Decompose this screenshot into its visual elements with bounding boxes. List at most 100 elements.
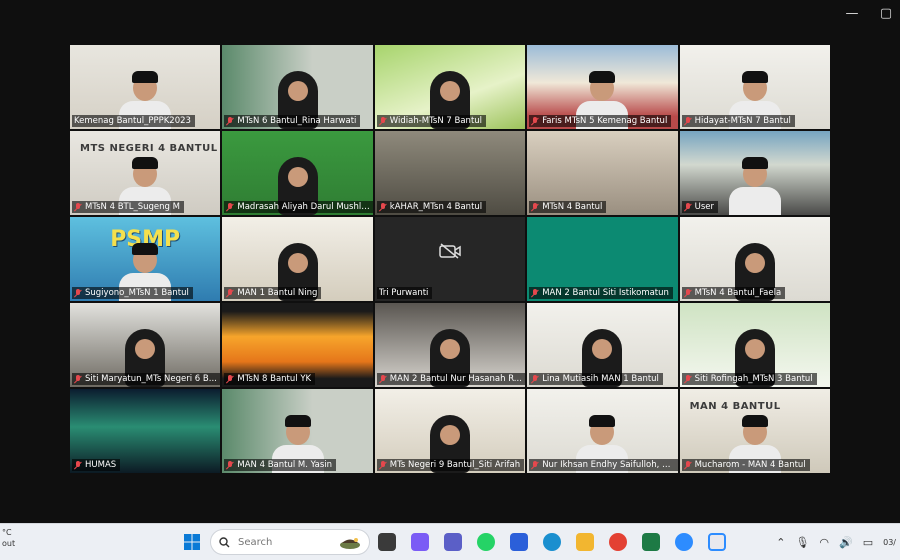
participant-tile[interactable]: MTsN 8 Bantul YK <box>222 303 373 387</box>
mic-muted-icon <box>684 288 692 298</box>
battery-icon[interactable]: ▭ <box>863 536 873 549</box>
participant-tile[interactable]: kAHAR_MTsn 4 Bantul <box>374 131 526 215</box>
file-explorer-icon[interactable] <box>378 533 396 551</box>
background-sign: MTS NEGERI 4 BANTUL <box>80 143 218 154</box>
edge-icon[interactable] <box>543 533 561 551</box>
mic-muted-icon <box>531 288 539 298</box>
participant-name: MTsN 8 Bantul YK <box>237 374 312 384</box>
participant-tile[interactable]: Madrasah Aliyah Darul Mushli... <box>222 131 373 215</box>
participant-name: Siti Maryatun_MTs Negeri 6 B... <box>85 374 217 384</box>
participant-name-label: Lina Mutiasih MAN 1 Bantul <box>529 373 663 385</box>
clock[interactable]: 03/ <box>883 538 896 547</box>
store-icon[interactable] <box>510 533 528 551</box>
minimize-button[interactable]: — <box>844 6 860 22</box>
participant-tile[interactable]: Kemenag Bantul_PPPK2023 <box>70 45 221 129</box>
participant-name-label: Siti Rofingah_MTsN 3 Bantul <box>681 373 817 385</box>
search-icon <box>219 536 230 547</box>
participant-tile[interactable]: Lina Mutiasih MAN 1 Bantul <box>527 303 678 387</box>
participant-tile[interactable]: Siti Maryatun_MTs Negeri 6 B... <box>70 303 221 387</box>
copilot-icon[interactable] <box>411 533 429 551</box>
participant-name: Hidayat-MTsN 7 Bantul <box>694 116 791 126</box>
participant-name: HUMAS <box>85 460 117 470</box>
weather-widget[interactable]: °C out <box>2 527 15 549</box>
mic-muted-icon <box>226 460 234 470</box>
participant-name: User <box>694 202 714 212</box>
video-gallery: Kemenag Bantul_PPPK2023 MTsN 6 Bantul_Rin… <box>70 45 830 473</box>
zoom-icon[interactable] <box>675 533 693 551</box>
participant-tile[interactable]: MTsN 4 Bantul_Faela <box>679 217 830 301</box>
settings-icon[interactable] <box>708 533 726 551</box>
mic-muted-icon <box>531 116 539 126</box>
mic-muted-icon <box>226 374 234 384</box>
participant-name: Sugiyono_MTsN 1 Bantul <box>85 288 189 298</box>
mic-muted-icon <box>531 374 539 384</box>
mic-muted-icon <box>684 374 692 384</box>
participant-name-label: User <box>681 201 718 213</box>
participant-name: Siti Rofingah_MTsN 3 Bantul <box>694 374 813 384</box>
participant-tile[interactable]: MAN 2 Bantul Nur Hasanah R... <box>374 303 526 387</box>
system-tray: ⌃ 🎙 ◠ 🔊 ▭ 03/ <box>776 524 900 560</box>
participant-tile[interactable]: MTS NEGERI 4 BANTUL MTsN 4 BTL_Sugeng M <box>70 131 221 215</box>
participant-name: kAHAR_MTsn 4 Bantul <box>389 202 483 212</box>
search-input[interactable] <box>236 535 330 549</box>
participant-tile[interactable]: Faris MTsN 5 Kemenag Bantul <box>527 45 678 129</box>
participant-tile[interactable]: Tri Purwanti <box>374 217 526 301</box>
search-highlight-icon <box>340 538 360 549</box>
participant-name-label: Hidayat-MTsN 7 Bantul <box>681 115 795 127</box>
participant-tile[interactable]: Widiah-MTsN 7 Bantul <box>374 45 526 129</box>
participant-name-label: Madrasah Aliyah Darul Mushli... <box>224 201 373 213</box>
chrome-icon[interactable] <box>609 533 627 551</box>
mic-muted-icon <box>379 116 387 126</box>
participant-name: Kemenag Bantul_PPPK2023 <box>74 116 191 126</box>
participant-tile[interactable]: MAN 2 Bantul Siti Istikomatun <box>527 217 678 301</box>
participant-name: Nur Ikhsan Endhy Saifulloh, SIP... <box>542 460 676 470</box>
participant-tile[interactable]: Siti Rofingah_MTsN 3 Bantul <box>679 303 830 387</box>
participant-tile[interactable]: User <box>679 131 830 215</box>
whatsapp-icon[interactable] <box>477 533 495 551</box>
participant-tile[interactable]: MAN 4 BANTUL Mucharom - MAN 4 Bantul <box>679 389 830 473</box>
participant-name-label: HUMAS <box>72 459 121 471</box>
participant-name-label: kAHAR_MTsn 4 Bantul <box>376 201 487 213</box>
participant-name-label: MTsN 4 Bantul_Faela <box>681 287 786 299</box>
participant-tile[interactable]: MTs Negeri 9 Bantul_Siti Arifah <box>374 389 526 473</box>
participant-figure <box>727 155 783 215</box>
mic-muted-icon <box>74 288 82 298</box>
participant-name: Lina Mutiasih MAN 1 Bantul <box>542 374 659 384</box>
chevron-up-icon[interactable]: ⌃ <box>776 536 785 549</box>
weather-text: out <box>2 539 16 548</box>
participant-name-label: MTsN 4 Bantul <box>529 201 607 213</box>
camera-off-icon <box>439 243 461 259</box>
participant-tile[interactable]: Nur Ikhsan Endhy Saifulloh, SIP... <box>527 389 678 473</box>
participant-name-label: MAN 2 Bantul Nur Hasanah R... <box>376 373 526 385</box>
mic-muted-icon <box>531 202 539 212</box>
mic-muted-icon <box>226 202 234 212</box>
participant-name-label: Siti Maryatun_MTs Negeri 6 B... <box>72 373 221 385</box>
participant-name-label: Mucharom - MAN 4 Bantul <box>681 459 810 471</box>
participant-tile[interactable]: HUMAS <box>70 389 221 473</box>
wifi-icon[interactable]: ◠ <box>819 536 829 549</box>
maximize-button[interactable]: ▢ <box>878 6 894 22</box>
participant-name-label: MAN 1 Bantul Ning <box>224 287 322 299</box>
participant-tile[interactable]: MAN 1 Bantul Ning <box>222 217 373 301</box>
teams-icon[interactable] <box>444 533 462 551</box>
participant-name: Faris MTsN 5 Kemenag Bantul <box>542 116 668 126</box>
participant-name: Tri Purwanti <box>378 288 429 298</box>
window-controls: — ▢ <box>844 6 900 22</box>
participant-tile[interactable]: PSMP Sugiyono_MTsN 1 Bantul <box>70 217 221 301</box>
windows-start-icon[interactable] <box>183 533 201 551</box>
microphone-icon[interactable]: 🎙 <box>795 536 809 549</box>
participant-name-label: MTsN 6 Bantul_Rina Harwati <box>224 115 361 127</box>
taskbar: °C out ⌃ 🎙 ◠ 🔊 ▭ 03/ <box>0 523 900 560</box>
folder-icon[interactable] <box>576 533 594 551</box>
participant-tile[interactable]: MTsN 4 Bantul <box>527 131 678 215</box>
participant-tile[interactable]: Hidayat-MTsN 7 Bantul <box>679 45 830 129</box>
participant-tile[interactable]: MAN 4 Bantul M. Yasin <box>222 389 373 473</box>
participant-tile[interactable]: MTsN 6 Bantul_Rina Harwati <box>222 45 373 129</box>
participant-name: Widiah-MTsN 7 Bantul <box>389 116 483 126</box>
taskbar-search[interactable] <box>210 529 370 555</box>
participant-name: MAN 4 Bantul M. Yasin <box>237 460 333 470</box>
participant-name: MTs Negeri 9 Bantul_Siti Arifah <box>389 460 521 470</box>
background-sign: MAN 4 BANTUL <box>689 401 781 412</box>
speaker-icon[interactable]: 🔊 <box>839 536 853 549</box>
excel-icon[interactable] <box>642 533 660 551</box>
